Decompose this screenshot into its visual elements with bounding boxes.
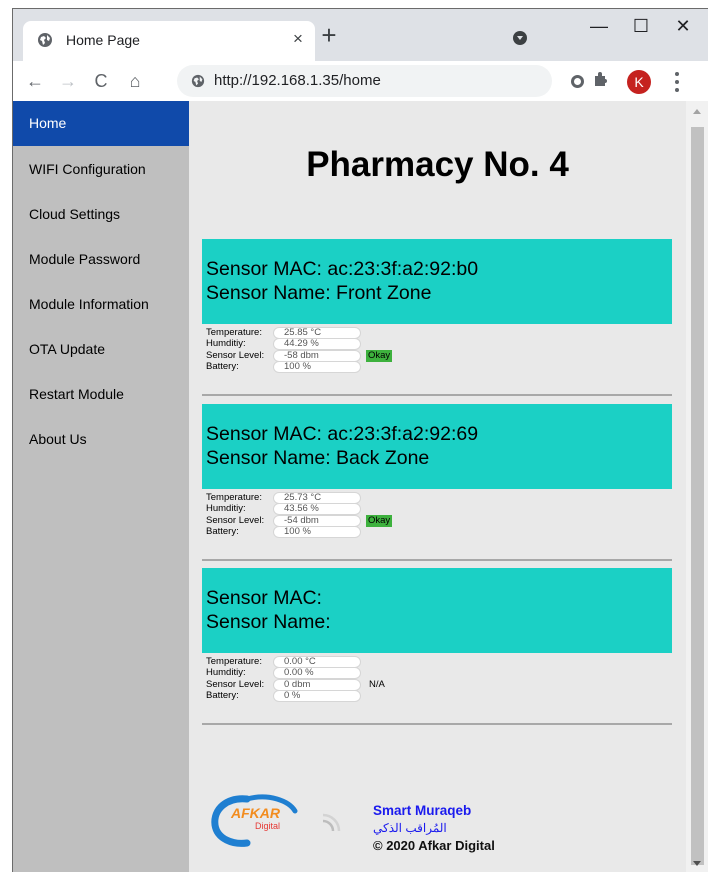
scroll-up-icon[interactable] bbox=[693, 109, 701, 114]
tab-title: Home Page bbox=[66, 32, 140, 48]
sensor-mac: Sensor MAC: ac:23:3f:a2:92:b0 bbox=[206, 258, 479, 280]
divider bbox=[202, 723, 672, 725]
reload-button[interactable]: C bbox=[89, 69, 113, 93]
sensor-readings: Temperature: 0.00 °C Humditiy: 0.00 % Sens… bbox=[202, 653, 672, 725]
sensor-header: Sensor MAC: ac:23:3f:a2:92:b0 Sensor Nam… bbox=[202, 239, 672, 324]
globe-icon bbox=[37, 32, 53, 53]
logo-text: AFKAR bbox=[231, 805, 280, 821]
tab-search-icon[interactable] bbox=[513, 31, 527, 45]
sensor-header: Sensor MAC: ac:23:3f:a2:92:69 Sensor Nam… bbox=[202, 404, 672, 489]
product-name: Smart Muraqeb bbox=[373, 803, 472, 818]
temperature-label: Temperature: bbox=[206, 492, 262, 503]
battery-value: 100 % bbox=[273, 526, 361, 538]
logo-subtext: Digital bbox=[255, 821, 281, 831]
sensor-mac: Sensor MAC: ac:23:3f:a2:92:69 bbox=[206, 423, 479, 445]
profile-avatar[interactable]: K bbox=[627, 70, 651, 94]
humidity-value: 44.29 % bbox=[273, 338, 361, 350]
scrollbar-thumb[interactable] bbox=[691, 127, 704, 865]
maximize-button[interactable]: ☐ bbox=[621, 9, 661, 45]
address-bar[interactable]: http://192.168.1.35/home bbox=[177, 65, 552, 97]
extension-icon[interactable] bbox=[571, 75, 584, 88]
sensor-readings: Temperature: 25.73 °C Humditiy: 43.56 % Se… bbox=[202, 489, 672, 561]
humidity-label: Humditiy: bbox=[206, 503, 246, 514]
sensor-card: Sensor MAC: ac:23:3f:a2:92:69 Sensor Nam… bbox=[202, 404, 672, 561]
temperature-label: Temperature: bbox=[206, 327, 262, 338]
humidity-value: 0.00 % bbox=[273, 667, 361, 679]
status-badge: Okay bbox=[366, 515, 393, 527]
browser-toolbar: ← → C ⌂ http://192.168.1.35/home K bbox=[13, 61, 708, 101]
sensor-card: Sensor MAC: ac:23:3f:a2:92:b0 Sensor Nam… bbox=[202, 239, 672, 396]
product-name-arabic: المُراقب الذكي bbox=[373, 821, 447, 835]
new-tab-button[interactable]: + bbox=[316, 22, 342, 49]
sidebar-item-module-password[interactable]: Module Password bbox=[13, 236, 189, 281]
back-button[interactable]: ← bbox=[23, 69, 47, 93]
battery-value: 0 % bbox=[273, 690, 361, 702]
sensor-mac: Sensor MAC: bbox=[206, 587, 322, 609]
temperature-label: Temperature: bbox=[206, 656, 262, 667]
sensor-level-label: Sensor Level: bbox=[206, 515, 265, 526]
scroll-down-icon[interactable] bbox=[693, 861, 701, 866]
copyright: © 2020 Afkar Digital bbox=[373, 838, 495, 853]
sidebar: Home WIFI Configuration Cloud Settings M… bbox=[13, 101, 189, 872]
sensor-name: Sensor Name: Front Zone bbox=[206, 282, 432, 304]
page-title: Pharmacy No. 4 bbox=[306, 145, 569, 184]
puzzle-icon[interactable] bbox=[593, 71, 609, 92]
site-info-icon[interactable] bbox=[191, 74, 205, 93]
sensor-readings: Temperature: 25.85 °C Humditiy: 44.29 % Se… bbox=[202, 324, 672, 396]
sidebar-item-home[interactable]: Home bbox=[13, 101, 189, 146]
more-menu-icon[interactable] bbox=[669, 70, 685, 94]
battery-value: 100 % bbox=[273, 361, 361, 373]
humidity-value: 43.56 % bbox=[273, 503, 361, 515]
close-window-button[interactable]: ✕ bbox=[663, 9, 703, 45]
minimize-button[interactable]: — bbox=[579, 9, 619, 45]
sensor-header: Sensor MAC: Sensor Name: bbox=[202, 568, 672, 653]
divider bbox=[202, 394, 672, 396]
sidebar-item-wifi-configuration[interactable]: WIFI Configuration bbox=[13, 146, 189, 191]
tab-close-icon[interactable]: × bbox=[288, 29, 308, 49]
footer: AFKAR Digital Smart Muraqeb المُراقب الذ… bbox=[207, 791, 507, 861]
home-button[interactable]: ⌂ bbox=[123, 69, 147, 93]
battery-label: Battery: bbox=[206, 690, 239, 701]
status-badge: Okay bbox=[366, 350, 393, 362]
sidebar-item-module-information[interactable]: Module Information bbox=[13, 281, 189, 326]
sensor-level-label: Sensor Level: bbox=[206, 679, 265, 690]
url-text: http://192.168.1.35/home bbox=[214, 72, 381, 89]
sensor-card: Sensor MAC: Sensor Name: Temperature: 0.0… bbox=[202, 568, 672, 725]
forward-button[interactable]: → bbox=[56, 69, 80, 93]
sensor-name: Sensor Name: Back Zone bbox=[206, 447, 430, 469]
status-text: N/A bbox=[369, 679, 385, 690]
humidity-label: Humditiy: bbox=[206, 338, 246, 349]
page-content: Home WIFI Configuration Cloud Settings M… bbox=[13, 101, 708, 872]
humidity-label: Humditiy: bbox=[206, 667, 246, 678]
sidebar-item-ota-update[interactable]: OTA Update bbox=[13, 326, 189, 371]
battery-label: Battery: bbox=[206, 526, 239, 537]
sidebar-item-restart-module[interactable]: Restart Module bbox=[13, 371, 189, 416]
tab-home-page[interactable]: Home Page × bbox=[23, 21, 315, 61]
sensor-name: Sensor Name: bbox=[206, 611, 331, 633]
sidebar-item-about-us[interactable]: About Us bbox=[13, 416, 189, 461]
browser-window: Home Page × + — ☐ ✕ ← → C ⌂ http://192.1… bbox=[12, 8, 708, 872]
divider bbox=[202, 559, 672, 561]
main-panel: Pharmacy No. 4 Sensor MAC: ac:23:3f:a2:9… bbox=[189, 101, 686, 872]
battery-label: Battery: bbox=[206, 361, 239, 372]
sensor-level-label: Sensor Level: bbox=[206, 350, 265, 361]
vertical-scrollbar[interactable] bbox=[686, 101, 708, 872]
sidebar-item-cloud-settings[interactable]: Cloud Settings bbox=[13, 191, 189, 236]
tab-strip: Home Page × + — ☐ ✕ bbox=[13, 9, 708, 61]
